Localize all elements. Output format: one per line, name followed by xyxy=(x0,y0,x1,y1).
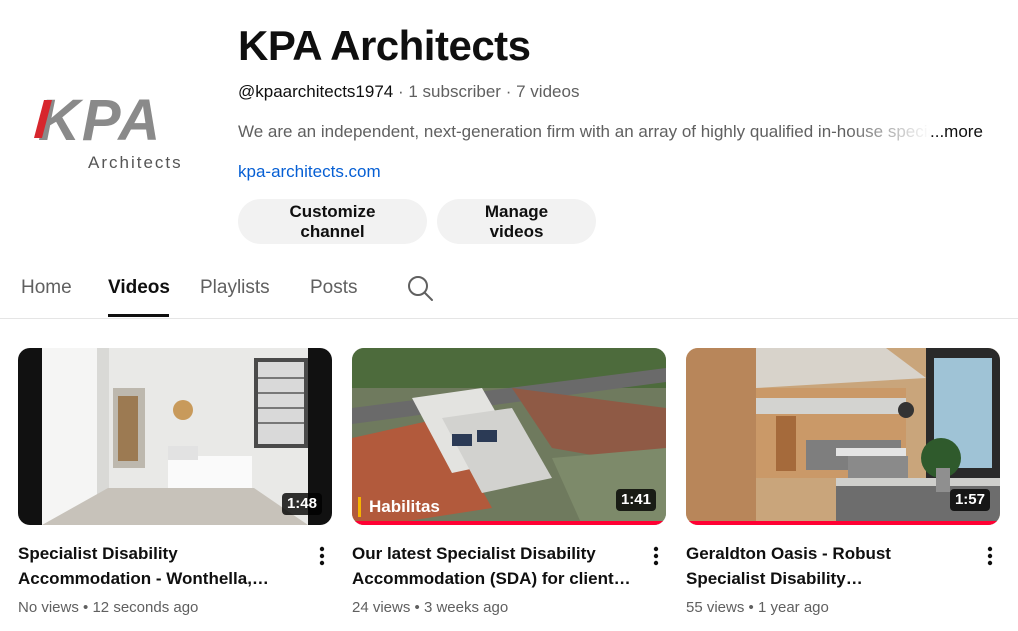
video-title[interactable]: Specialist Disability Accommodation - Wo… xyxy=(18,541,298,591)
video-meta: No views • 12 seconds ago xyxy=(18,598,198,618)
video-title[interactable]: Our latest Specialist Disability Accommo… xyxy=(352,541,632,591)
meta-dot: • xyxy=(748,599,754,616)
video-meta: 24 views • 3 weeks ago xyxy=(352,598,508,618)
watermark-label: Habilitas xyxy=(369,497,440,516)
description-more-button[interactable]: ...more xyxy=(930,122,983,141)
active-tab-indicator xyxy=(108,314,169,317)
video-count: 7 videos xyxy=(516,82,580,101)
video-duration: 1:48 xyxy=(281,493,322,515)
video-card: 1:48 Specialist Disability Accommodation… xyxy=(18,348,332,616)
watch-progress-bar xyxy=(352,521,666,525)
video-duration: 1:57 xyxy=(949,489,990,511)
tab-posts[interactable]: Posts xyxy=(310,276,358,300)
view-count: 24 views xyxy=(352,599,411,616)
video-thumbnail[interactable]: 1:48 xyxy=(18,348,332,525)
video-thumbnail[interactable]: Habilitas 1:41 xyxy=(352,348,666,525)
tab-playlists[interactable]: Playlists xyxy=(200,276,270,300)
subscriber-count: 1 subscriber xyxy=(408,82,501,101)
video-card: 1:57 Geraldton Oasis - Robust Specialist… xyxy=(686,348,1000,616)
channel-handle: @kpaarchitects1974 xyxy=(238,82,394,101)
meta-dot: • xyxy=(83,599,89,616)
video-title[interactable]: Geraldton Oasis - Robust Specialist Disa… xyxy=(686,541,966,591)
video-duration: 1:41 xyxy=(615,489,656,511)
upload-age: 12 seconds ago xyxy=(92,599,199,616)
video-watermark: Habilitas xyxy=(358,497,440,517)
channel-description[interactable]: We are an independent, next-generation f… xyxy=(238,120,988,144)
channel-meta: @kpaarchitects1974 · 1 subscriber · 7 vi… xyxy=(238,80,579,104)
meta-dot: • xyxy=(414,599,420,616)
svg-text:KPA: KPA xyxy=(38,88,162,153)
channel-description-text: We are an independent, next-generation f… xyxy=(238,122,930,141)
video-card: Habilitas 1:41 Our latest Specialist Dis… xyxy=(352,348,666,616)
more-vert-icon[interactable] xyxy=(980,544,1000,568)
view-count: 55 views xyxy=(686,599,745,616)
kpa-logo: KPA Architects xyxy=(34,88,183,172)
channel-tabs: Home Videos Playlists Posts xyxy=(0,264,1018,319)
manage-videos-button[interactable]: Manage videos xyxy=(437,199,596,244)
video-thumbnail[interactable]: 1:57 xyxy=(686,348,1000,525)
upload-age: 1 year ago xyxy=(757,599,829,616)
view-count: No views xyxy=(18,599,79,616)
watch-progress-bar xyxy=(686,521,1000,525)
watermark-bar xyxy=(358,497,361,517)
video-meta: 55 views • 1 year ago xyxy=(686,598,829,618)
channel-title: KPA Architects xyxy=(238,22,531,69)
tab-home[interactable]: Home xyxy=(21,276,72,300)
meta-separator: · xyxy=(505,82,512,101)
more-vert-icon[interactable] xyxy=(646,544,666,568)
channel-website-link[interactable]: kpa-architects.com xyxy=(238,160,381,184)
svg-text:Architects: Architects xyxy=(88,153,183,172)
channel-avatar[interactable]: KPA Architects xyxy=(20,52,200,232)
tab-videos[interactable]: Videos xyxy=(108,276,170,300)
more-vert-icon[interactable] xyxy=(312,544,332,568)
customize-channel-button[interactable]: Customize channel xyxy=(238,199,427,244)
upload-age: 3 weeks ago xyxy=(423,599,509,616)
search-icon[interactable] xyxy=(406,274,434,302)
meta-separator: · xyxy=(397,82,404,101)
